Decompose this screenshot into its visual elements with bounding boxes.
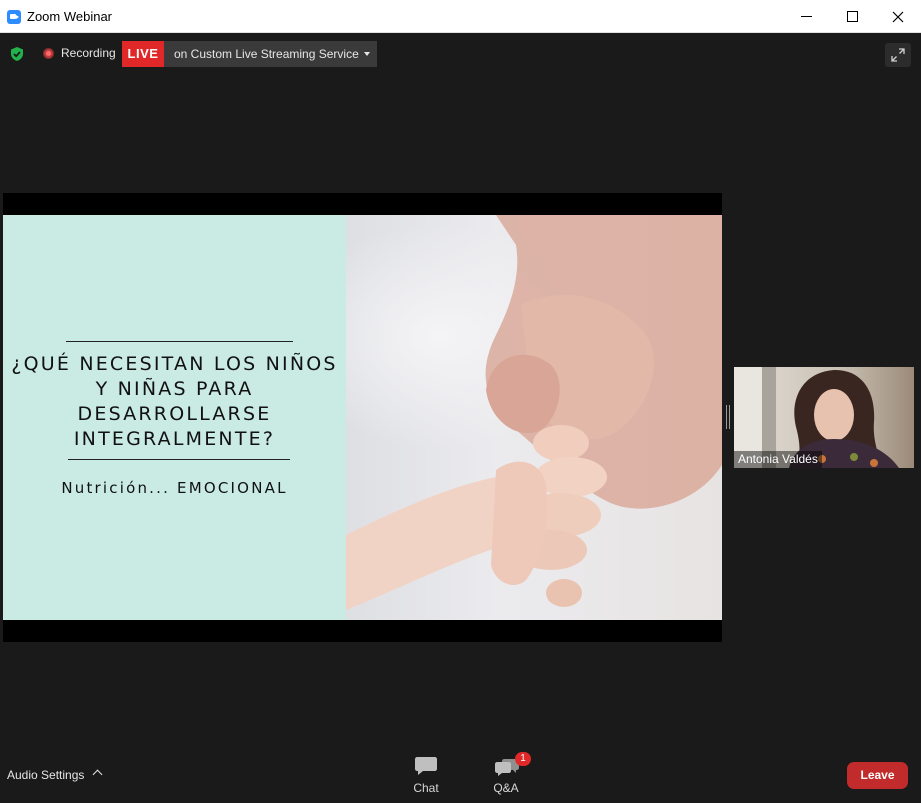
presentation-slide: ¿QUÉ NECESITAN LOS NIÑOS Y NIÑAS PARA DE… xyxy=(3,215,722,620)
qa-button[interactable]: 1 Q&A xyxy=(476,752,536,798)
recording-label[interactable]: Recording xyxy=(61,46,116,60)
chevron-up-icon[interactable] xyxy=(92,769,103,780)
maximize-button[interactable] xyxy=(829,0,875,33)
shared-screen: ¿QUÉ NECESITAN LOS NIÑOS Y NIÑAS PARA DE… xyxy=(3,193,722,642)
live-stream-dropdown[interactable]: on Custom Live Streaming Service xyxy=(164,41,377,67)
close-icon xyxy=(892,11,904,23)
hands-photo xyxy=(346,215,722,620)
minimize-button[interactable] xyxy=(783,0,829,33)
recording-icon[interactable] xyxy=(43,48,54,59)
window-title: Zoom Webinar xyxy=(27,9,113,24)
chat-icon xyxy=(415,757,437,775)
chat-button[interactable]: Chat xyxy=(396,752,456,798)
shield-check-icon[interactable] xyxy=(9,46,25,62)
window-title-bar: Zoom Webinar xyxy=(0,0,921,33)
fullscreen-icon xyxy=(891,48,905,62)
dropdown-caret-icon xyxy=(364,52,370,56)
slide-text-panel: ¿QUÉ NECESITAN LOS NIÑOS Y NIÑAS PARA DE… xyxy=(3,215,346,620)
hands-illustration xyxy=(346,215,722,610)
slide-top-rule xyxy=(66,341,293,342)
qa-label: Q&A xyxy=(493,781,519,795)
slide-title: ¿QUÉ NECESITAN LOS NIÑOS Y NIÑAS PARA DE… xyxy=(11,353,338,450)
close-button[interactable] xyxy=(875,0,921,33)
audio-settings-button[interactable]: Audio Settings xyxy=(7,768,84,782)
live-badge: LIVE xyxy=(122,41,164,67)
fullscreen-button[interactable] xyxy=(885,43,911,67)
slide-subtitle: Nutrición... EMOCIONAL xyxy=(61,479,288,497)
chat-label: Chat xyxy=(413,781,439,795)
participant-name: Antonia Valdés xyxy=(734,451,822,468)
qa-notification-badge: 1 xyxy=(515,752,531,766)
stream-service-label: on Custom Live Streaming Service xyxy=(174,47,359,61)
leave-button[interactable]: Leave xyxy=(847,762,908,789)
slide-bottom-rule xyxy=(68,459,290,460)
zoom-app-icon xyxy=(7,10,21,24)
panel-resize-handle[interactable] xyxy=(726,405,730,429)
